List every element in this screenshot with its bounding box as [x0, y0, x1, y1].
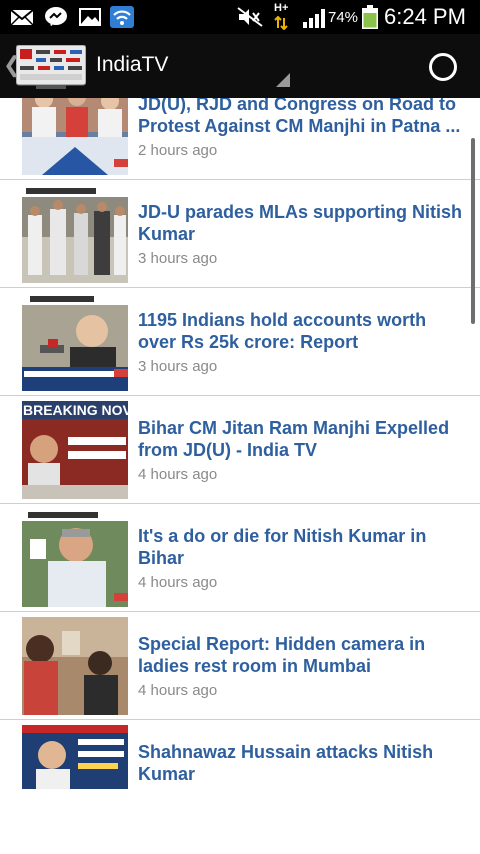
article-title: Special Report: Hidden camera in ladies … — [138, 634, 426, 676]
messenger-icon — [45, 7, 67, 26]
article-thumbnail — [22, 617, 128, 715]
article-title: It's a do or die for Nitish Kumar in Bih… — [138, 526, 427, 568]
status-time: 6:24 PM — [384, 4, 466, 29]
article-list[interactable]: JD(U), RJD and Congress on Road to Prote… — [0, 98, 480, 854]
article-row[interactable]: 1195 Indians hold accounts worth over Rs… — [0, 288, 480, 396]
app-home-button[interactable]: ❮ — [0, 34, 90, 98]
app-logo — [16, 45, 86, 89]
battery-percent: 74% — [328, 9, 359, 26]
article-row[interactable]: JD-U parades MLAs supporting Nitish Kuma… — [0, 180, 480, 288]
email-icon — [10, 9, 34, 26]
article-time: 4 hours ago — [138, 682, 218, 699]
article-time: 2 hours ago — [138, 142, 218, 159]
article-row[interactable]: JD(U), RJD and Congress on Road to Prote… — [0, 98, 480, 180]
network-type: H+ — [274, 2, 289, 14]
signal-icon — [303, 9, 325, 28]
article-title: JD-U parades MLAs supporting Nitish Kuma… — [138, 202, 463, 244]
article-thumbnail — [22, 725, 128, 789]
article-row[interactable]: It's a do or die for Nitish Kumar in Bih… — [0, 504, 480, 612]
article-thumbnail — [22, 98, 128, 175]
article-title: 1195 Indians hold accounts worth over Rs… — [138, 310, 427, 352]
overflow-corner-indicator — [276, 73, 290, 87]
article-thumbnail: BREAKING NOV — [22, 401, 128, 499]
article-row[interactable]: BREAKING NOV Bihar CM Jitan Ram Manjhi E… — [0, 396, 480, 504]
article-row[interactable]: Special Report: Hidden camera in ladies … — [0, 612, 480, 720]
article-thumbnail — [22, 185, 128, 283]
refresh-icon[interactable] — [427, 51, 459, 83]
article-title: Shahnawaz Hussain attacks Nitish Kumar — [138, 742, 434, 784]
list-scrollbar[interactable] — [471, 138, 475, 324]
article-time: 3 hours ago — [138, 250, 218, 267]
breaking-image — [22, 419, 128, 499]
app-title: IndiaTV — [96, 53, 169, 76]
article-title: Bihar CM Jitan Ram Manjhi Expelled from … — [138, 418, 450, 460]
article-time: 4 hours ago — [138, 466, 218, 483]
mute-icon — [237, 7, 263, 27]
breaking-banner: BREAKING NOV — [22, 401, 128, 419]
status-bar: H+ 74% 6:24 PM — [0, 0, 480, 34]
article-thumbnail — [22, 293, 128, 391]
battery-icon — [362, 5, 378, 29]
article-time: 3 hours ago — [138, 358, 218, 375]
data-arrows-icon — [274, 16, 288, 30]
gallery-icon — [79, 8, 101, 26]
action-bar: ❮ IndiaTV — [0, 34, 480, 98]
article-row[interactable]: Shahnawaz Hussain attacks Nitish Kumar — [0, 720, 480, 828]
wifi-icon — [110, 6, 134, 28]
article-time: 4 hours ago — [138, 574, 218, 591]
article-thumbnail — [22, 509, 128, 607]
article-title: JD(U), RJD and Congress on Road to Prote… — [138, 98, 461, 136]
